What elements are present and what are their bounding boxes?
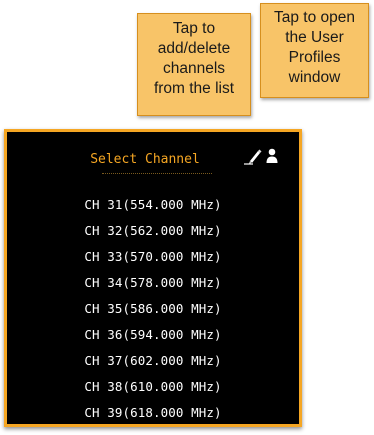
channel-item[interactable]: CH 36(594.000 MHz) <box>7 322 299 348</box>
pencil-icon <box>244 149 262 165</box>
title-divider <box>102 173 212 174</box>
panel-title: Select Channel <box>90 152 200 167</box>
channel-list: CH 31(554.000 MHz) CH 32(562.000 MHz) CH… <box>7 192 299 426</box>
user-profiles-callout: Tap to open the User Profiles window <box>260 3 369 98</box>
edit-channels-callout: Tap to add/delete channels from the list <box>137 13 251 116</box>
channel-item[interactable]: CH 33(570.000 MHz) <box>7 244 299 270</box>
select-channel-panel: Select Channel CH 31(554.000 MHz) CH 32(… <box>4 129 302 427</box>
user-icon <box>266 148 278 163</box>
channel-item[interactable]: CH 37(602.000 MHz) <box>7 348 299 374</box>
channel-item[interactable]: CH 31(554.000 MHz) <box>7 192 299 218</box>
channel-item[interactable]: CH 38(610.000 MHz) <box>7 374 299 400</box>
edit-channels-button[interactable] <box>244 144 262 166</box>
channel-item[interactable]: CH 39(618.000 MHz) <box>7 400 299 426</box>
user-profiles-button[interactable] <box>265 143 279 165</box>
annotated-screenshot: Tap to add/delete channels from the list… <box>0 0 374 435</box>
channel-item[interactable]: CH 32(562.000 MHz) <box>7 218 299 244</box>
channel-item[interactable]: CH 35(586.000 MHz) <box>7 296 299 322</box>
channel-item[interactable]: CH 34(578.000 MHz) <box>7 270 299 296</box>
